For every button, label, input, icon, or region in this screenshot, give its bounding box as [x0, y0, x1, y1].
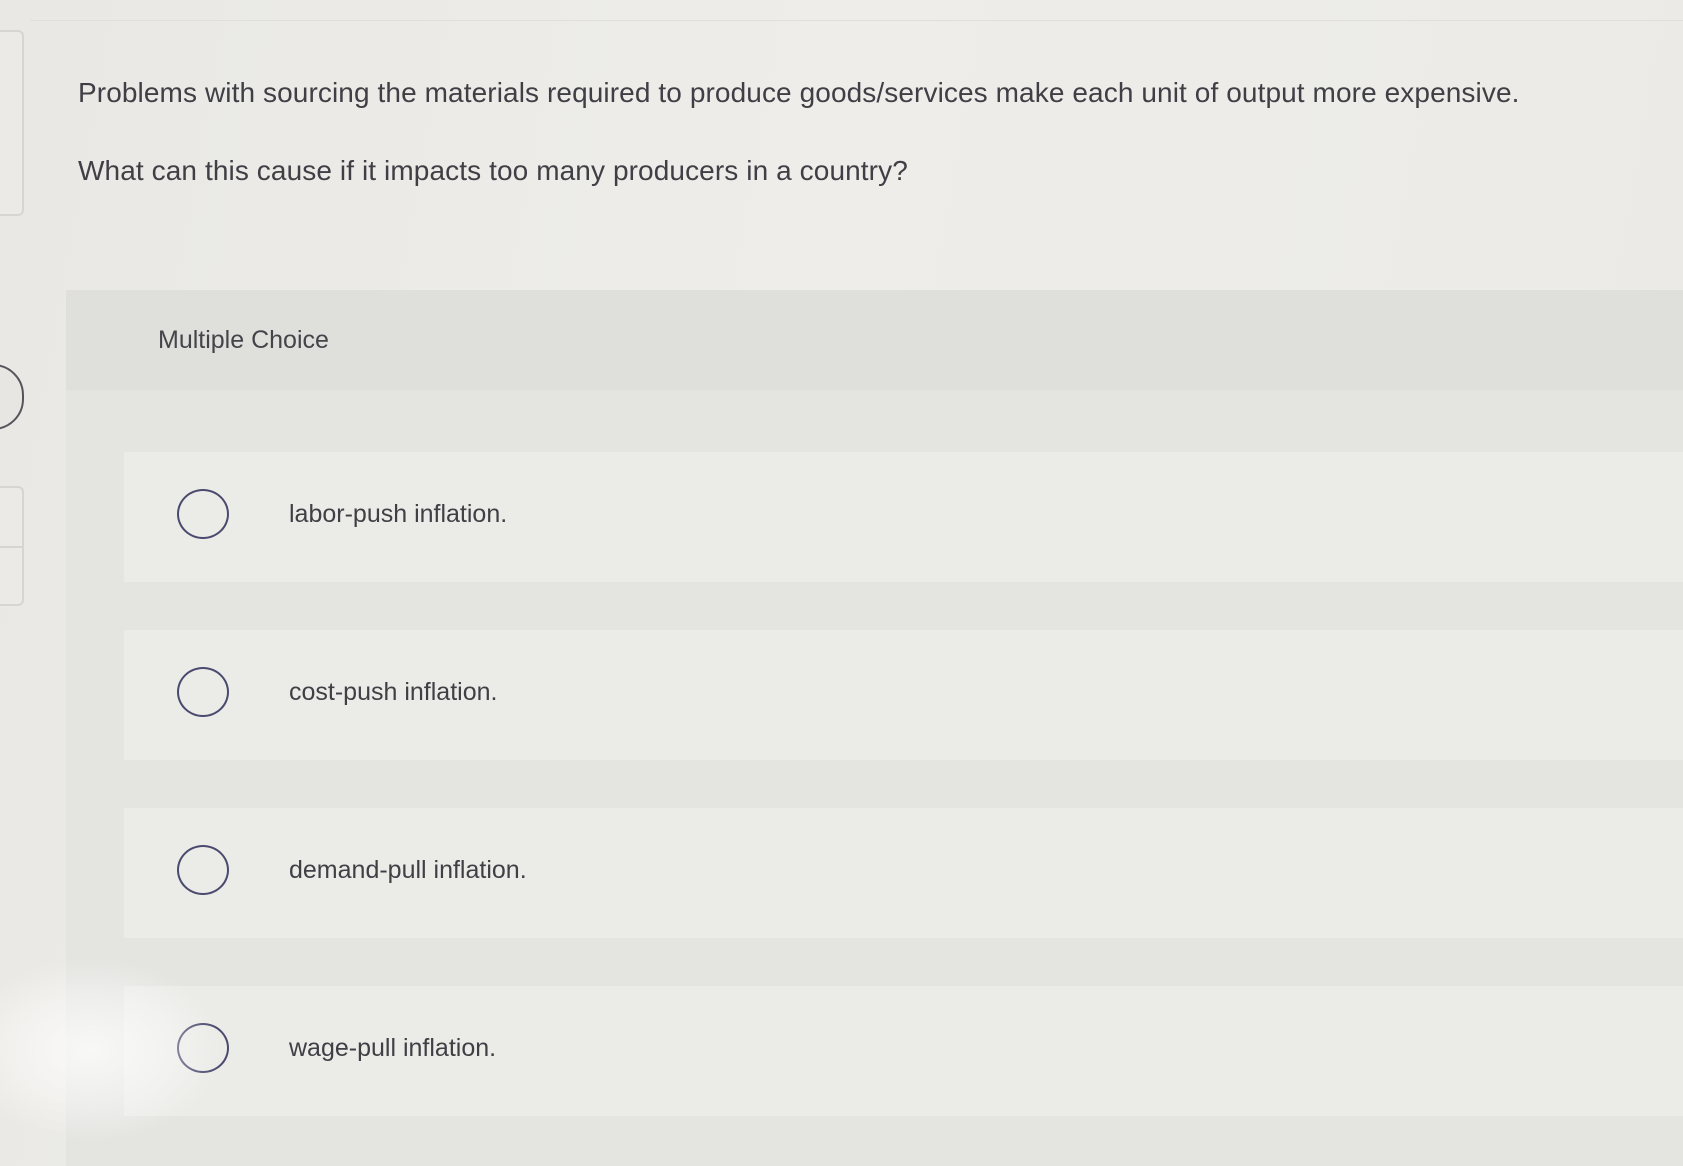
multiple-choice-header: Multiple Choice — [66, 290, 1683, 390]
question-text-line-1: Problems with sourcing the materials req… — [78, 77, 1520, 108]
left-sidebar-divider — [0, 546, 22, 548]
answer-option-label: demand-pull inflation. — [289, 856, 527, 884]
answer-option-label: labor-push inflation. — [289, 500, 508, 528]
answer-option-label: cost-push inflation. — [289, 678, 498, 706]
side-panel-toggle[interactable] — [0, 364, 24, 430]
radio-button-icon[interactable] — [177, 845, 229, 895]
question-prompt: Problems with sourcing the materials req… — [78, 74, 1658, 190]
question-text-line-2: What can this cause if it impacts too ma… — [78, 155, 908, 186]
radio-button-icon[interactable] — [177, 1023, 229, 1073]
answer-option-label: wage-pull inflation. — [289, 1034, 497, 1062]
radio-button-icon[interactable] — [177, 489, 229, 539]
answer-option[interactable]: cost-push inflation. — [124, 630, 1683, 760]
answer-option[interactable]: labor-push inflation. — [124, 452, 1683, 582]
left-sidebar-nav-box — [0, 486, 24, 606]
radio-button-icon[interactable] — [177, 667, 229, 717]
multiple-choice-label: Multiple Choice — [158, 326, 329, 354]
answer-options-list: labor-push inflation. cost-push inflatio… — [66, 390, 1683, 1166]
left-sidebar-panel — [0, 30, 24, 216]
multiple-choice-panel: Multiple Choice labor-push inflation. co… — [66, 290, 1683, 1166]
top-divider — [30, 20, 1683, 21]
answer-option[interactable]: demand-pull inflation. — [124, 808, 1683, 938]
answer-option[interactable]: wage-pull inflation. — [124, 986, 1683, 1116]
